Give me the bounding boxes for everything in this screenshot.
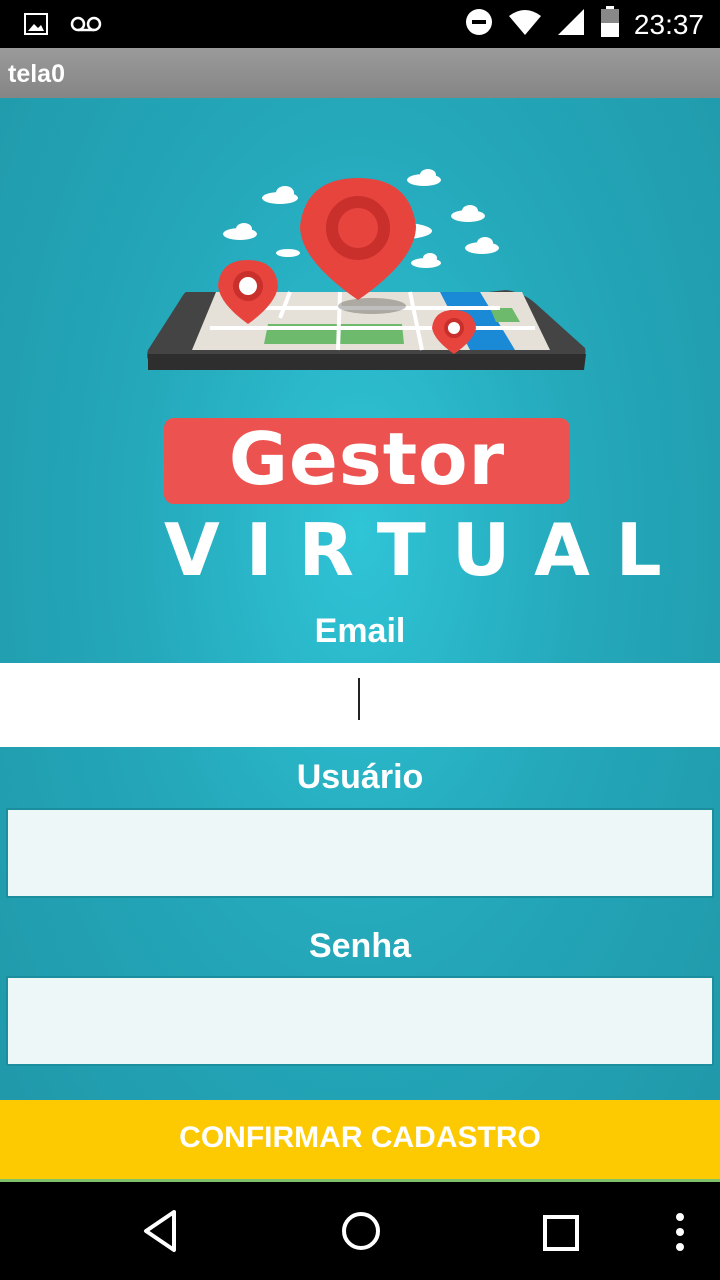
status-bar: 23:37: [0, 0, 720, 48]
title-bar: tela0: [0, 48, 720, 98]
image-icon: [24, 12, 48, 41]
back-icon[interactable]: [140, 1208, 180, 1259]
battery-icon: [600, 6, 620, 43]
status-bar-left: [24, 12, 102, 41]
clock: 23:37: [633, 8, 704, 40]
email-label: Email: [314, 612, 406, 650]
signal-icon: [556, 7, 586, 42]
confirm-registration-button[interactable]: CONFIRMAR CADASTRO: [0, 1100, 720, 1182]
text-cursor: [358, 678, 360, 720]
home-icon[interactable]: [340, 1210, 382, 1257]
logo-gestor-text: Gestor: [228, 417, 506, 501]
screen-title: tela0: [8, 60, 65, 88]
voicemail-icon: [70, 15, 102, 38]
password-label: Senha: [308, 927, 412, 965]
password-field[interactable]: [6, 976, 714, 1066]
menu-icon[interactable]: [672, 1212, 688, 1257]
do-not-disturb-icon: [464, 7, 494, 42]
recents-icon[interactable]: [542, 1214, 580, 1257]
user-field[interactable]: [6, 808, 714, 898]
logo-virtual-text: VIRTUAL: [164, 508, 688, 592]
user-label: Usuário: [296, 758, 424, 796]
email-field[interactable]: [0, 663, 720, 747]
map-phone-illustration: [140, 168, 590, 383]
navigation-bar: [0, 1184, 720, 1280]
main-content: Gestor VIRTUAL Email Usuário Senha CONFI…: [0, 98, 720, 1182]
wifi-icon: [508, 8, 542, 41]
status-bar-right: 23:37: [464, 6, 704, 43]
